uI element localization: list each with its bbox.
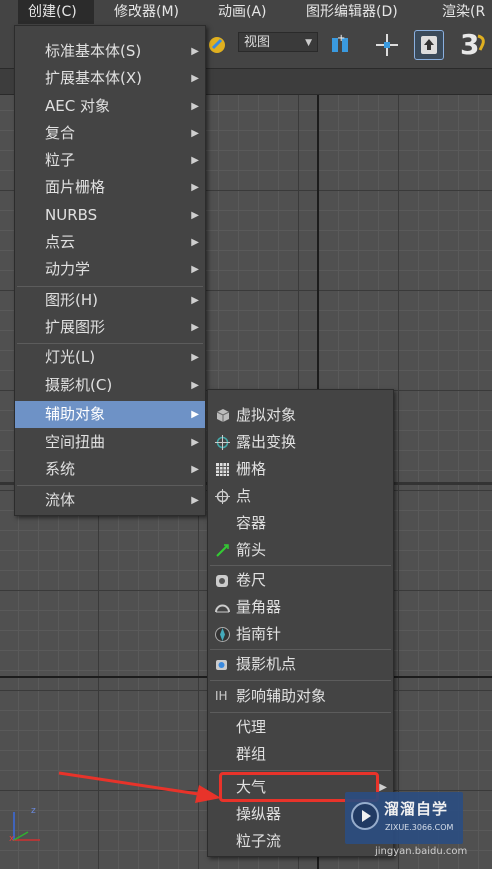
- create-menu: 标准基本体(S) ▶ 扩展基本体(X) ▶ AEC 对象 ▶ 复合 ▶ 粒子 ▶ 面片栅格…: [14, 25, 206, 516]
- play-logo-icon: [351, 802, 379, 830]
- menu-item-dynamics[interactable]: 动力学 ▶: [15, 256, 205, 283]
- menu-animation[interactable]: 动画(A): [218, 0, 267, 24]
- menu-item-nurbs[interactable]: NURBS ▶: [15, 202, 205, 229]
- menu-item-compass[interactable]: 指南针: [208, 621, 393, 648]
- point-icon: [215, 489, 230, 504]
- compass-icon: [215, 627, 230, 642]
- menu-item-fluids[interactable]: 流体 ▶: [15, 487, 205, 514]
- axis-label-x: x: [9, 834, 15, 844]
- protractor-icon: [215, 604, 230, 613]
- menu-item-compound[interactable]: 复合 ▶: [15, 120, 205, 147]
- menu-item-aec-objects[interactable]: AEC 对象 ▶: [15, 93, 205, 120]
- menu-item-point-cloud[interactable]: 点云 ▶: [15, 229, 205, 256]
- menu-item-patch-grids[interactable]: 面片栅格 ▶: [15, 174, 205, 201]
- menu-separator: [210, 680, 391, 681]
- menu-item-protractor[interactable]: 量角器: [208, 594, 393, 621]
- menu-create[interactable]: 创建(C): [18, 0, 94, 24]
- watermark-title: 溜溜自学: [384, 800, 449, 818]
- menu-item-point[interactable]: 点: [208, 483, 393, 510]
- menu-item-space-warps[interactable]: 空间扭曲 ▶: [15, 429, 205, 456]
- menu-item-extended-primitives[interactable]: 扩展基本体(X) ▶: [15, 65, 205, 92]
- menu-item-systems[interactable]: 系统 ▶: [15, 456, 205, 483]
- menu-separator: [210, 565, 391, 566]
- menu-item-expose-transform[interactable]: 露出变换: [208, 429, 393, 456]
- menu-item-group[interactable]: 群组: [208, 741, 393, 768]
- link-icon[interactable]: [204, 32, 230, 58]
- pivot-center-icon[interactable]: +: [328, 32, 354, 58]
- menu-item-extended-shapes[interactable]: 扩展图形 ▶: [15, 314, 205, 341]
- menu-item-particles[interactable]: 粒子 ▶: [15, 147, 205, 174]
- tape-icon: [216, 575, 228, 587]
- menu-item-proxy[interactable]: 代理: [208, 714, 393, 741]
- menubar: 创建(C) 修改器(M) 动画(A) 图形编辑器(D) 渲染(R: [0, 0, 492, 25]
- ih-icon: IH: [215, 689, 228, 703]
- menu-item-camera-point[interactable]: 摄影机点: [208, 651, 393, 678]
- menu-item-arrow[interactable]: 箭头: [208, 537, 393, 564]
- menu-item-cameras[interactable]: 摄影机(C) ▶: [15, 372, 205, 399]
- grid-icon: [216, 463, 229, 476]
- watermark-url: ZIXUE.3066.COM: [385, 823, 454, 832]
- red-arrow-icon: [58, 771, 221, 803]
- menu-item-lights[interactable]: 灯光(L) ▶: [15, 344, 205, 371]
- menu-item-dummy[interactable]: 虚拟对象: [208, 402, 393, 429]
- arrow-helper-icon: [216, 544, 229, 557]
- menu-item-shapes[interactable]: 图形(H) ▶: [15, 287, 205, 314]
- reference-coordinate-select[interactable]: 视图 ▼: [238, 32, 318, 52]
- watermark: 溜溜自学 ZIXUE.3066.COM: [345, 792, 463, 844]
- menu-separator: [17, 485, 203, 486]
- snaps-toggle-icon[interactable]: 3: [458, 28, 492, 61]
- menu-separator: [210, 712, 391, 713]
- menu-separator: [210, 649, 391, 650]
- menu-modifiers[interactable]: 修改器(M): [114, 0, 179, 24]
- menu-item-grid[interactable]: 栅格: [208, 456, 393, 483]
- keyboard-shortcut-override-icon[interactable]: [414, 30, 444, 60]
- menu-item-tape[interactable]: 卷尺: [208, 567, 393, 594]
- menu-item-container[interactable]: 容器: [208, 510, 393, 537]
- menu-item-standard-primitives[interactable]: 标准基本体(S) ▶: [15, 38, 205, 65]
- axis-label-z: z: [31, 806, 36, 816]
- menu-item-influence-helper[interactable]: IH 影响辅助对象: [208, 683, 393, 710]
- camera-point-icon: [216, 660, 227, 670]
- select-and-move-icon[interactable]: [374, 32, 400, 58]
- dummy-cube-icon: [216, 409, 230, 422]
- menu-graph-editors[interactable]: 图形编辑器(D): [306, 0, 398, 24]
- menu-item-helpers[interactable]: 辅助对象 ▶: [15, 401, 205, 428]
- source-site-label: jingyan.baidu.com: [375, 846, 468, 857]
- expose-transform-icon: [215, 435, 230, 450]
- menu-separator: [210, 770, 391, 771]
- svg-text:+: +: [337, 33, 345, 44]
- menu-rendering[interactable]: 渲染(R: [442, 0, 485, 24]
